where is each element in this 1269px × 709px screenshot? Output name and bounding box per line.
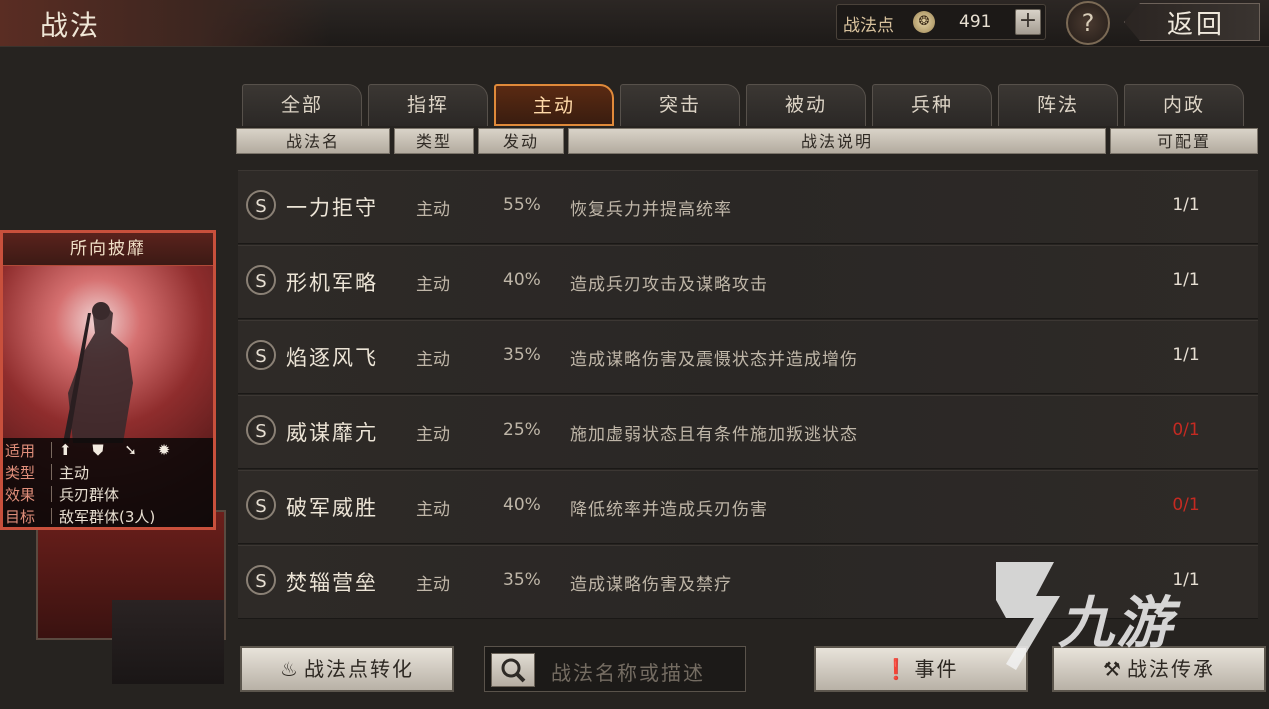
tab-assault[interactable]: 突击 [620,84,740,126]
skill-points-box: 战法点 ❂ 491 + [836,4,1046,40]
card-info-row: 效果 兵刃群体 [3,484,213,504]
rank-s-badge: S [246,190,276,220]
tab-troop[interactable]: 兵种 [872,84,992,126]
back-label: 返回 [1167,10,1226,40]
col-header-available[interactable]: 可配置 [1110,128,1258,154]
troop-type-icons: ⬆ ⛊ ➘ ✹ [59,441,179,459]
skill-desc: 造成兵刃攻击及谋略攻击 [570,275,768,295]
divider [51,464,52,480]
card-info-key: 类型 [5,464,36,482]
skill-type: 主动 [416,275,450,295]
card-info-value: 主动 [59,464,90,482]
card-info-key: 目标 [5,508,36,526]
card-info-key: 效果 [5,486,36,504]
magnifier-icon [501,658,526,683]
skill-row[interactable]: S 破军威胜 主动 40% 降低统率并造成兵刃伤害 0/1 [238,470,1258,544]
skill-name: 焚辎营垒 [286,571,378,595]
skill-desc: 造成谋略伤害及震慑状态并造成增伤 [570,350,858,370]
skill-name: 一力拒守 [286,196,378,220]
skill-rate: 35% [503,345,541,365]
divider [51,442,52,458]
card-info-key: 适用 [5,442,36,460]
skill-row[interactable]: S 形机军略 主动 40% 造成兵刃攻击及谋略攻击 1/1 [238,245,1258,319]
rank-s-badge: S [246,415,276,445]
flame-icon: ♨ [280,657,300,681]
help-button[interactable]: ? [1066,1,1110,45]
skill-name: 形机军略 [286,271,378,295]
skill-points-value: 491 [959,12,992,32]
search-placeholder: 战法名称或描述 [551,661,705,685]
skill-type: 主动 [416,500,450,520]
skill-count: 1/1 [1172,270,1200,290]
card-info-panel: 适用 ⬆ ⛊ ➘ ✹ 类型 主动 效果 兵刃群体 目标 敌军群体(3人) [3,438,213,527]
skill-rate: 25% [503,420,541,440]
skill-rate: 40% [503,270,541,290]
plus-icon: + [1018,8,1038,33]
top-bar: 战法 战法点 ❂ 491 + ? 返回 [0,0,1269,47]
skill-count: 0/1 [1172,495,1200,515]
tab-internal[interactable]: 内政 [1124,84,1244,126]
page-title: 战法 [40,9,101,42]
skill-name: 焰逐风飞 [286,346,378,370]
watermark-logo: 九游 [976,556,1236,676]
convert-points-button[interactable]: ♨ 战法点转化 [240,646,454,692]
convert-points-label: 战法点转化 [303,657,414,681]
skill-desc: 降低统率并造成兵刃伤害 [570,500,768,520]
skill-desc: 造成谋略伤害及禁疗 [570,575,732,595]
tab-formation[interactable]: 阵法 [998,84,1118,126]
events-label: 事件 [914,657,959,681]
col-header-rate[interactable]: 发动 [478,128,564,154]
card-info-row: 类型 主动 [3,462,213,482]
skill-desc: 恢复兵力并提高统率 [570,200,732,220]
skill-card[interactable]: 所向披靡 适用 ⬆ ⛊ ➘ ✹ 类型 主动 效果 兵刃群体 目标 敌军群体(3人… [0,230,216,530]
exclamation-icon: ❗ [883,657,911,681]
warrior-silhouette-image [63,302,133,443]
category-tabs: 全部 指挥 主动 突击 被动 兵种 阵法 内政 [242,84,1252,126]
skill-type: 主动 [416,350,450,370]
skill-row[interactable]: S 一力拒守 主动 55% 恢复兵力并提高统率 1/1 [238,170,1258,244]
col-header-desc: 战法说明 [568,128,1106,154]
rank-s-badge: S [246,265,276,295]
search-button[interactable] [491,653,535,687]
card-info-value: 兵刃群体 [59,486,120,504]
rank-s-badge: S [246,565,276,595]
skill-rate: 35% [503,570,541,590]
tab-command[interactable]: 指挥 [368,84,488,126]
card-info-row: 目标 敌军群体(3人) [3,506,213,526]
skill-type: 主动 [416,200,450,220]
skill-type: 主动 [416,425,450,445]
col-header-type[interactable]: 类型 [394,128,474,154]
card-title: 所向披靡 [3,233,213,266]
rank-s-badge: S [246,340,276,370]
card-info-row: 适用 ⬆ ⛊ ➘ ✹ [3,440,213,460]
card-back-layer-2 [112,600,224,684]
skill-count: 1/1 [1172,195,1200,215]
watermark-text: 九游 [1058,591,1174,656]
tab-passive[interactable]: 被动 [746,84,866,126]
back-button[interactable]: 返回 [1124,3,1260,41]
skill-count: 0/1 [1172,420,1200,440]
tab-all[interactable]: 全部 [242,84,362,126]
add-points-button[interactable]: + [1015,9,1041,35]
search-input[interactable]: 战法名称或描述 [484,646,746,692]
skill-row[interactable]: S 威谋靡亢 主动 25% 施加虚弱状态且有条件施加叛逃状态 0/1 [238,395,1258,469]
tab-active[interactable]: 主动 [494,84,614,126]
nine-game-logo-icon [996,562,1060,670]
skill-type: 主动 [416,575,450,595]
skill-points-label: 战法点 [843,16,894,36]
coin-icon: ❂ [913,11,935,33]
skill-name: 破军威胜 [286,496,378,520]
col-header-name[interactable]: 战法名 [236,128,390,154]
skill-rate: 40% [503,495,541,515]
skill-name: 威谋靡亢 [286,421,378,445]
divider [51,486,52,502]
skill-desc: 施加虚弱状态且有条件施加叛逃状态 [570,425,858,445]
skill-row[interactable]: S 焰逐风飞 主动 35% 造成谋略伤害及震慑状态并造成增伤 1/1 [238,320,1258,394]
skill-rate: 55% [503,195,541,215]
rank-s-badge: S [246,490,276,520]
skill-count: 1/1 [1172,345,1200,365]
card-info-value: 敌军群体(3人) [59,508,156,526]
divider [51,508,52,524]
